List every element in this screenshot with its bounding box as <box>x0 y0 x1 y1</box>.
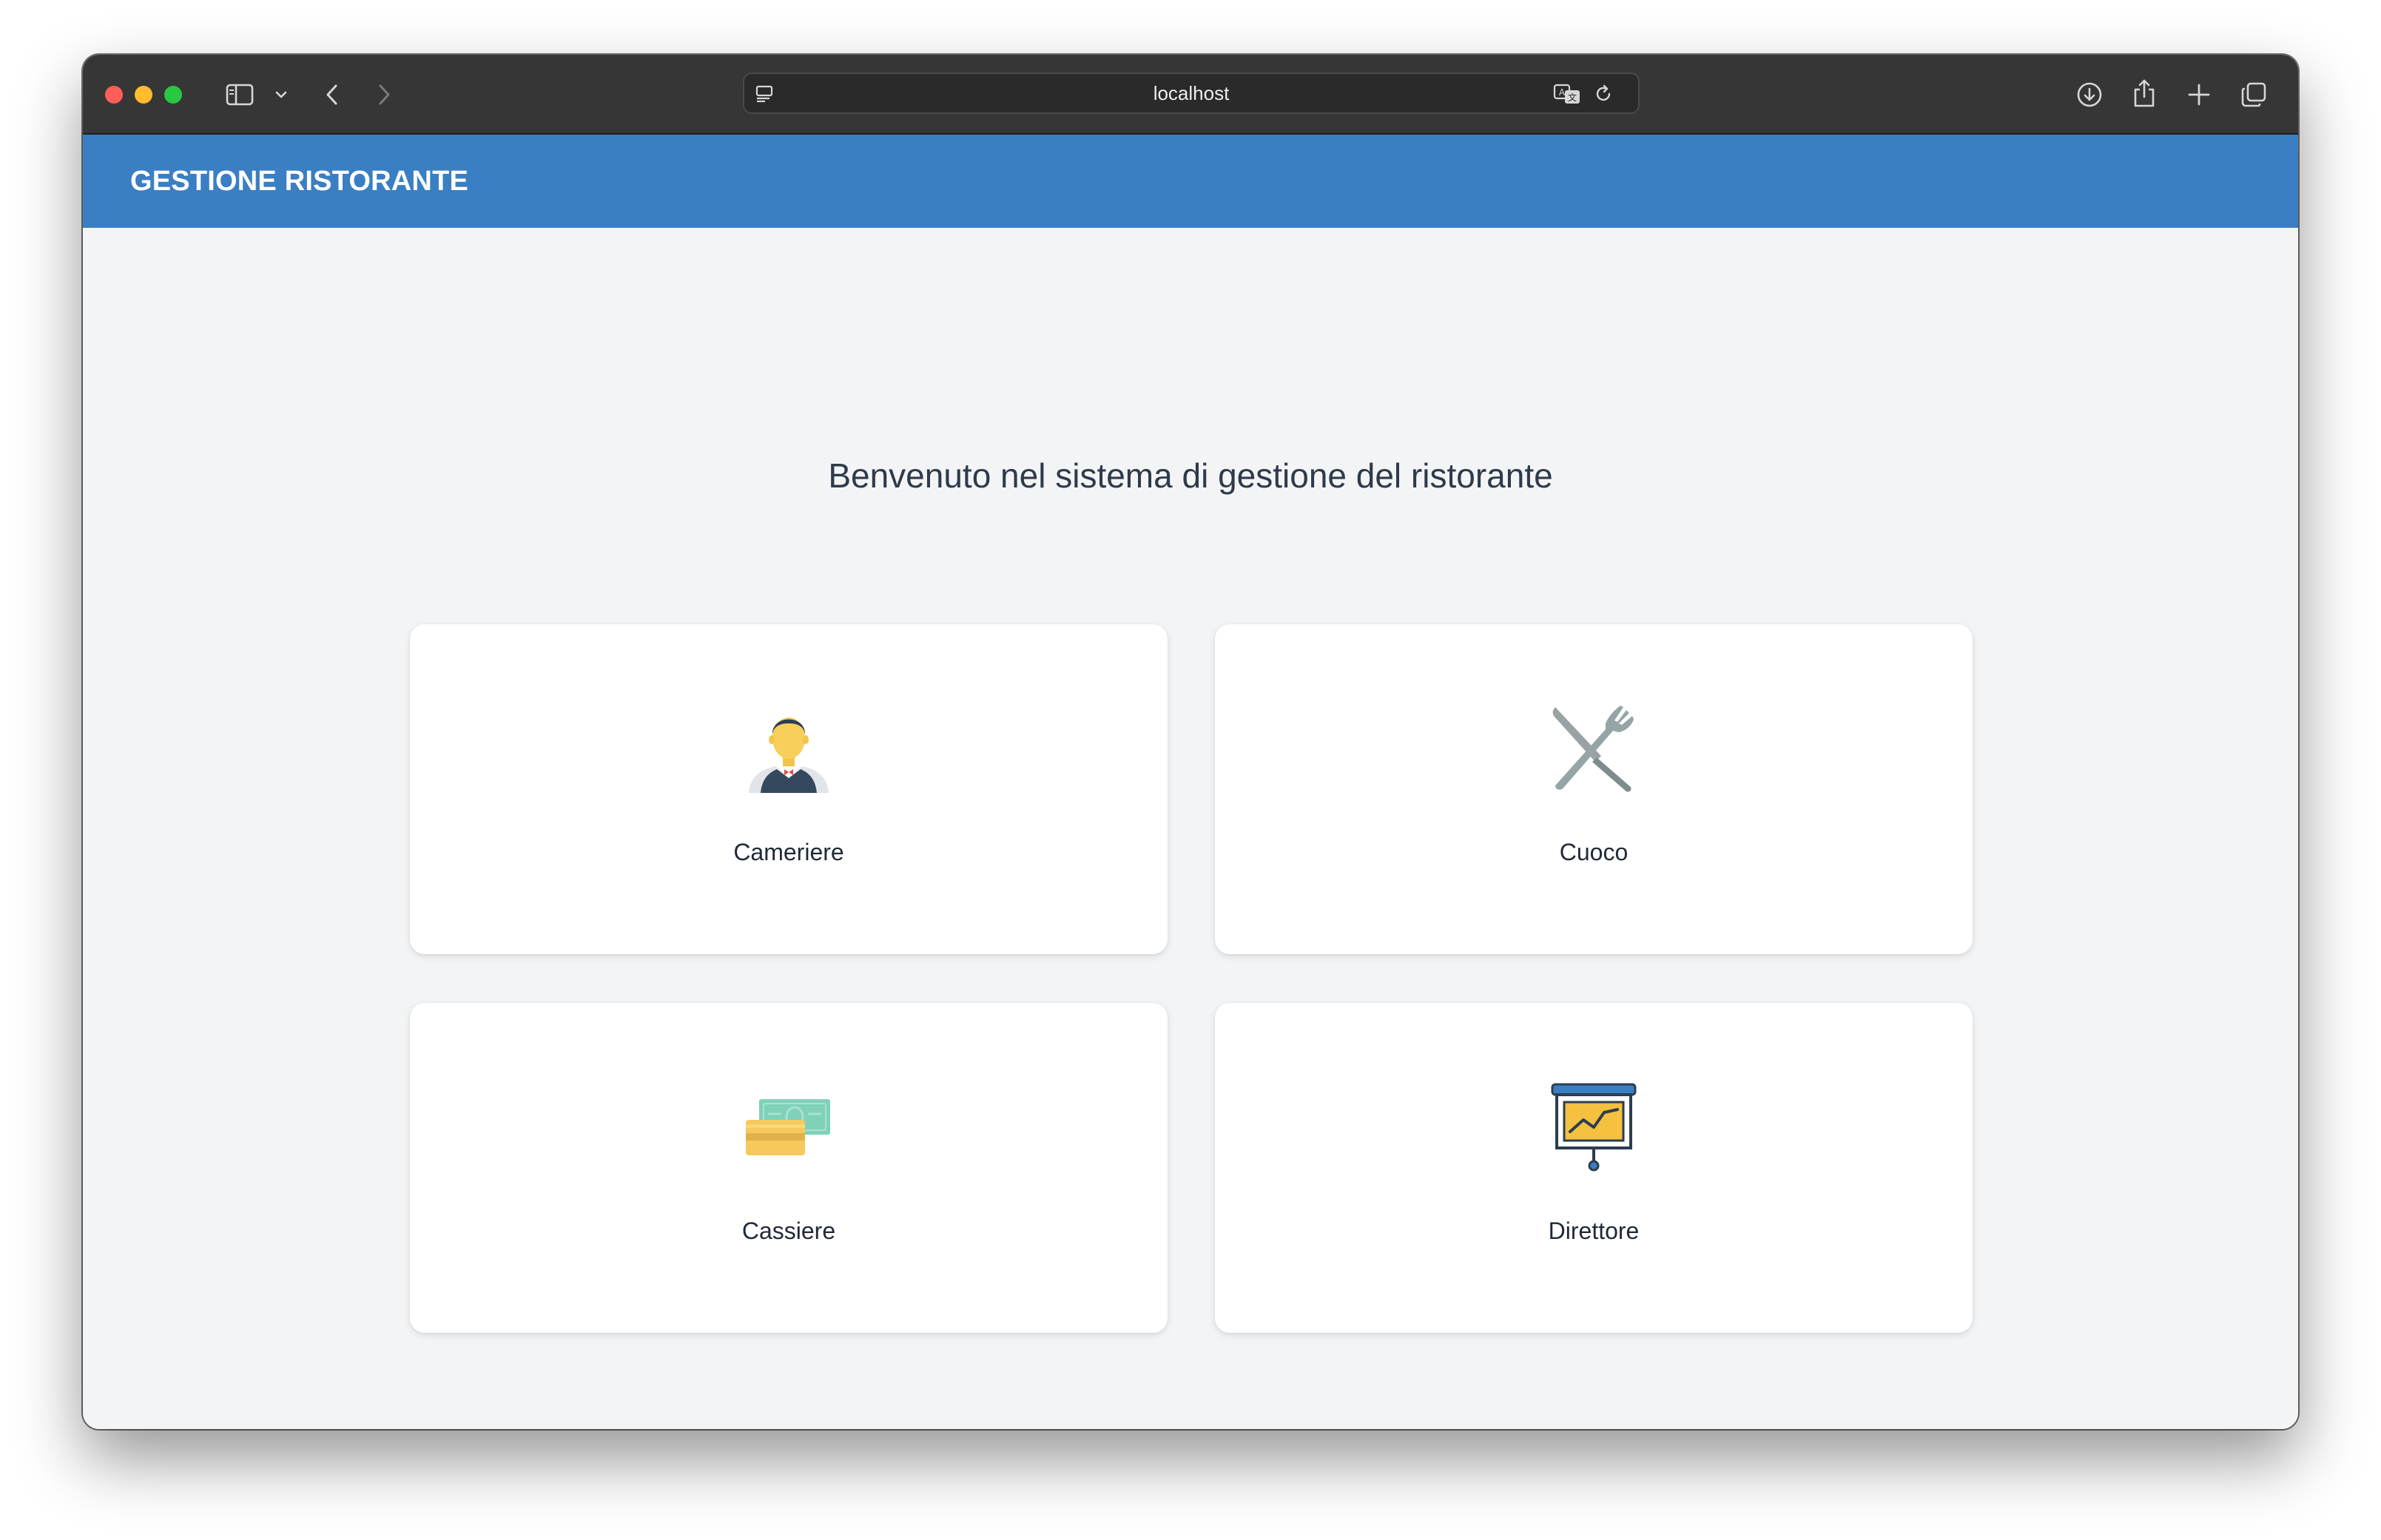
plus-icon[interactable] <box>2184 80 2214 109</box>
close-window-button[interactable] <box>105 86 123 104</box>
app-header: GESTIONE RISTORANTE <box>83 135 2298 228</box>
waiter-icon <box>744 704 833 793</box>
address-bar[interactable]: localhost A文 <box>743 72 1640 114</box>
role-label: Cassiere <box>741 1218 836 1244</box>
browser-toolbar: localhost A文 <box>83 55 2298 135</box>
role-label: Cameriere <box>733 839 844 865</box>
tabs-overview-icon[interactable] <box>2239 80 2269 109</box>
url-text: localhost <box>1153 81 1230 104</box>
presentation-chart-icon <box>1549 1083 1638 1172</box>
svg-text:文: 文 <box>1568 92 1577 103</box>
minimize-window-button[interactable] <box>135 86 152 104</box>
role-card-cuoco[interactable]: Cuoco <box>1215 624 1973 954</box>
cutlery-icon <box>1549 704 1638 793</box>
chevron-down-icon[interactable] <box>274 87 289 102</box>
role-label: Direttore <box>1548 1218 1640 1244</box>
role-label: Cuoco <box>1559 839 1629 865</box>
role-card-cameriere[interactable]: Cameriere <box>410 624 1168 954</box>
download-icon[interactable] <box>2075 80 2104 109</box>
app-brand[interactable]: GESTIONE RISTORANTE <box>130 135 468 228</box>
svg-text:A: A <box>1559 87 1566 98</box>
reload-icon[interactable] <box>1592 83 1614 105</box>
main-content: Benvenuto nel sistema di gestione del ri… <box>83 228 2298 1429</box>
sidebar-icon[interactable] <box>225 81 255 108</box>
welcome-heading: Benvenuto nel sistema di gestione del ri… <box>828 456 1553 495</box>
share-icon[interactable] <box>2129 77 2159 109</box>
forward-arrow-icon[interactable] <box>373 80 395 109</box>
role-card-direttore[interactable]: Direttore <box>1215 1003 1973 1333</box>
browser-window: localhost A文 GESTIONE RISTORANTE Benvenu… <box>83 55 2298 1429</box>
role-card-cassiere[interactable]: Cassiere <box>410 1003 1168 1333</box>
zoom-window-button[interactable] <box>164 86 182 104</box>
back-arrow-icon[interactable] <box>321 80 343 109</box>
money-card-icon <box>744 1083 833 1172</box>
translate-icon[interactable]: A文 <box>1552 81 1582 107</box>
